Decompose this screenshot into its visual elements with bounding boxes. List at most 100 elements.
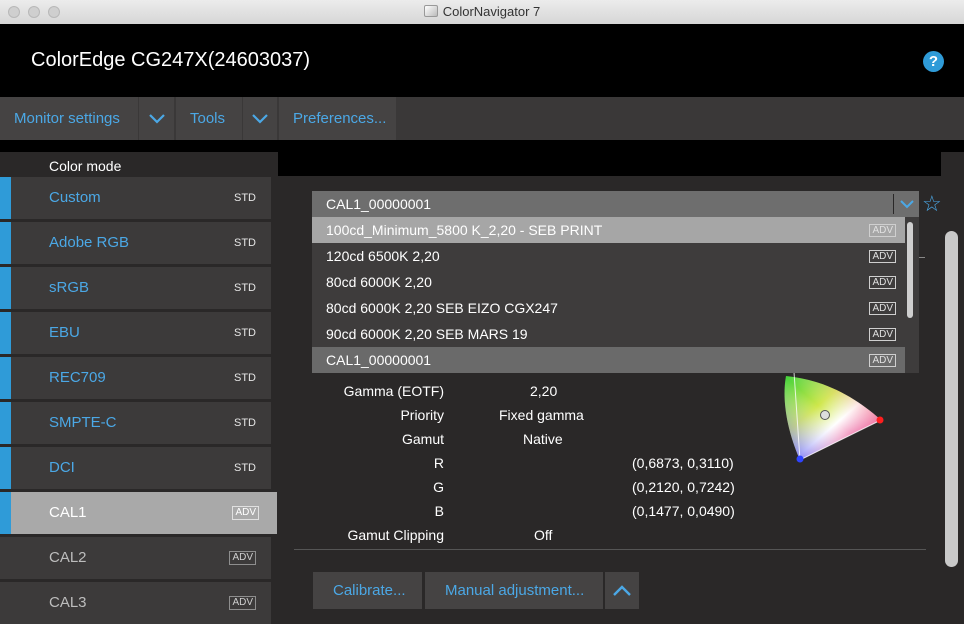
option-tag: ADV — [869, 224, 896, 237]
mode-indicator — [0, 222, 11, 264]
mode-label: REC709 — [49, 369, 106, 386]
dropdown-option[interactable]: 80cd 6000K 2,20 SEB EIZO CGX247 ADV — [312, 295, 905, 321]
section-divider — [294, 549, 926, 550]
dropdown-scrollbar[interactable] — [907, 222, 913, 318]
mode-indicator — [0, 447, 11, 489]
content-top-band — [278, 152, 964, 176]
mode-indicator — [0, 177, 11, 219]
option-tag: ADV — [869, 328, 896, 341]
window-title: ColorNavigator 7 — [442, 4, 541, 19]
chevron-down-icon — [252, 114, 268, 124]
mode-label: CAL2 — [49, 549, 87, 566]
priority-value: Fixed gamma — [499, 407, 584, 423]
option-label: 90cd 6000K 2,20 SEB MARS 19 — [326, 326, 528, 342]
dropdown-option[interactable]: 120cd 6500K 2,20 ADV — [312, 243, 905, 269]
mode-tag: STD — [234, 327, 256, 339]
green-primary-label: G — [433, 479, 444, 495]
option-label: 120cd 6500K 2,20 — [326, 248, 440, 264]
monitor-settings-button[interactable]: Monitor settings — [0, 97, 138, 140]
chevron-up-icon — [613, 585, 631, 596]
option-label: CAL1_00000001 — [326, 352, 432, 368]
option-tag: ADV — [869, 250, 896, 263]
dropdown-option[interactable]: 100cd_Minimum_5800 K_2,20 - SEB PRINT AD… — [312, 217, 905, 243]
mode-label: SMPTE-C — [49, 414, 117, 431]
red-primary-label: R — [433, 455, 444, 471]
mode-item-adobe-rgb[interactable]: Adobe RGB STD — [0, 222, 271, 264]
divider-tick — [918, 257, 925, 258]
mode-item-cal2[interactable]: CAL2 ADV — [0, 537, 271, 579]
mode-item-srgb[interactable]: sRGB STD — [0, 267, 271, 309]
option-label: 80cd 6000K 2,20 — [326, 274, 432, 290]
mode-tag: STD — [234, 192, 256, 204]
option-tag: ADV — [869, 354, 896, 367]
favorite-star-icon[interactable]: ☆ — [922, 191, 942, 217]
monitor-settings-dropdown[interactable] — [139, 97, 174, 140]
mode-label: Adobe RGB — [49, 234, 130, 251]
preferences-button[interactable]: Preferences... — [279, 97, 396, 140]
tools-button[interactable]: Tools — [176, 97, 242, 140]
blue-primary-value: (0,1477, 0,0490) — [632, 503, 735, 519]
dropdown-option[interactable]: 90cd 6000K 2,20 SEB MARS 19 ADV — [312, 321, 905, 347]
gamma-label: Gamma (EOTF) — [343, 383, 444, 399]
mode-label: CAL1 — [49, 504, 87, 521]
calibrate-button[interactable]: Calibrate... — [313, 572, 422, 609]
gamut-clipping-value: Off — [534, 527, 553, 543]
mode-label: CAL3 — [49, 594, 87, 611]
target-dropdown-list: 100cd_Minimum_5800 K_2,20 - SEB PRINT AD… — [312, 217, 919, 373]
gamut-clipping-label: Gamut Clipping — [347, 527, 445, 543]
content-scrollbar[interactable] — [945, 231, 958, 567]
option-tag: ADV — [869, 276, 896, 289]
mode-item-cal1[interactable]: CAL1 ADV — [0, 492, 277, 534]
mode-indicator — [0, 402, 11, 444]
mode-tag: STD — [234, 282, 256, 294]
chevron-down-glyph — [900, 200, 914, 209]
mode-tag: ADV — [232, 506, 259, 520]
combo-separator — [893, 194, 894, 214]
tools-dropdown[interactable] — [243, 97, 277, 140]
mode-tag: STD — [234, 237, 256, 249]
gamut-value: Native — [523, 431, 563, 447]
green-primary-value: (0,2120, 0,7242) — [632, 479, 735, 495]
gamut-diagram — [784, 371, 884, 463]
red-primary-value: (0,6873, 0,3110) — [632, 455, 734, 471]
mode-label: Custom — [49, 189, 101, 206]
option-label: 80cd 6000K 2,20 SEB EIZO CGX247 — [326, 300, 558, 316]
mode-tag: ADV — [229, 551, 256, 565]
mode-indicator — [0, 492, 11, 534]
mode-item-ebu[interactable]: EBU STD — [0, 312, 271, 354]
mode-indicator — [0, 267, 11, 309]
window-titlebar: ColorNavigator 7 — [0, 0, 964, 25]
color-mode-heading: Color mode — [49, 158, 122, 174]
mode-item-smpte-c[interactable]: SMPTE-C STD — [0, 402, 271, 444]
dropdown-option-current[interactable]: CAL1_00000001 ADV — [312, 347, 905, 373]
mode-tag: STD — [234, 462, 256, 474]
target-select[interactable]: CAL1_00000001 — [312, 191, 919, 217]
window-title-area: ColorNavigator 7 — [0, 4, 964, 19]
help-icon[interactable]: ? — [923, 51, 944, 72]
mode-indicator — [0, 312, 11, 354]
mode-tag: STD — [234, 417, 256, 429]
option-label: 100cd_Minimum_5800 K_2,20 - SEB PRINT — [326, 222, 603, 238]
mode-tag: STD — [234, 372, 256, 384]
mode-tag: ADV — [229, 596, 256, 610]
mode-item-custom[interactable]: Custom STD — [0, 177, 271, 219]
option-tag: ADV — [869, 302, 896, 315]
mode-label: sRGB — [49, 279, 90, 296]
mode-item-cal3[interactable]: CAL3 ADV — [0, 582, 271, 624]
manual-adjustment-button[interactable]: Manual adjustment... — [425, 572, 603, 609]
separator-band — [0, 140, 964, 152]
mode-label: DCI — [49, 459, 75, 476]
mode-indicator — [0, 357, 11, 399]
blue-primary-label: B — [434, 503, 444, 519]
mode-item-dci[interactable]: DCI STD — [0, 447, 271, 489]
priority-label: Priority — [400, 407, 444, 423]
mode-item-rec709[interactable]: REC709 STD — [0, 357, 271, 399]
device-name: ColorEdge CG247X(24603037) — [31, 49, 311, 71]
chevron-down-icon[interactable] — [895, 191, 919, 217]
app-icon — [423, 5, 438, 17]
gamut-label: Gamut — [401, 431, 444, 447]
dropdown-option[interactable]: 80cd 6000K 2,20 ADV — [312, 269, 905, 295]
actions-expand-button[interactable] — [605, 572, 639, 609]
mode-label: EBU — [49, 324, 80, 341]
gamma-value: 2,20 — [530, 383, 558, 399]
